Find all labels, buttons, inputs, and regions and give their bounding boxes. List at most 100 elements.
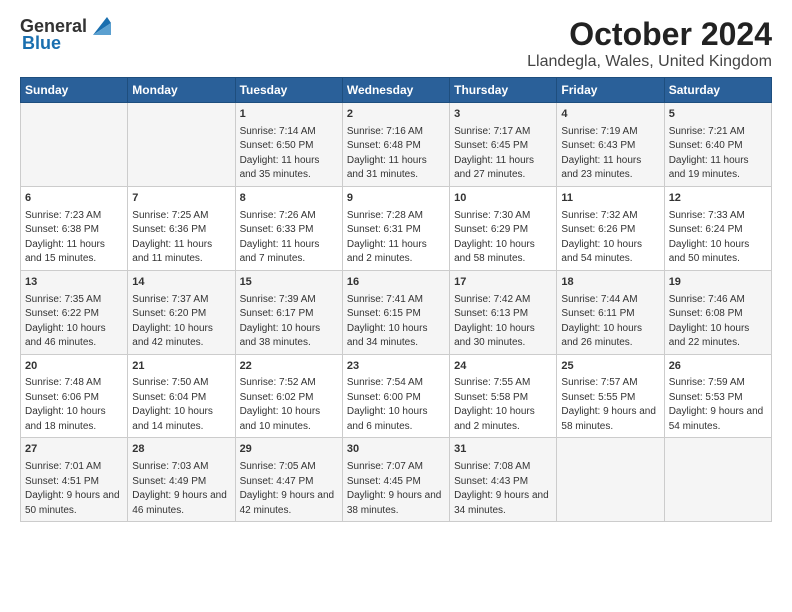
day-info: Sunrise: 7:59 AM Sunset: 5:53 PM Dayligh… [669,377,764,432]
weekday-header-sunday: Sunday [21,78,128,103]
day-info: Sunrise: 7:26 AM Sunset: 6:33 PM Dayligh… [240,210,320,265]
day-info: Sunrise: 7:03 AM Sunset: 4:49 PM Dayligh… [132,461,227,516]
calendar-cell: 18Sunrise: 7:44 AM Sunset: 6:11 PM Dayli… [557,270,664,354]
calendar-cell: 1Sunrise: 7:14 AM Sunset: 6:50 PM Daylig… [235,103,342,187]
day-number: 31 [454,442,552,457]
logo: General Blue [20,16,111,54]
calendar-cell: 31 Sunrise: 7:08 AM Sunset: 4:43 PM Dayli… [450,438,557,522]
calendar-cell: 29 Sunrise: 7:05 AM Sunset: 4:47 PM Dayli… [235,438,342,522]
day-info: Sunrise: 7:52 AM Sunset: 6:02 PM Dayligh… [240,377,321,432]
day-info: Sunrise: 7:33 AM Sunset: 6:24 PM Dayligh… [669,210,750,265]
page: General Blue October 2024 Llandegla, Wal… [0,0,792,612]
calendar-cell: 12 Sunrise: 7:33 AM Sunset: 6:24 PM Dayli… [664,186,771,270]
calendar-cell: 19Sunrise: 7:46 AM Sunset: 6:08 PM Dayli… [664,270,771,354]
weekday-header-monday: Monday [128,78,235,103]
calendar-cell: 26Sunrise: 7:59 AM Sunset: 5:53 PM Dayli… [664,354,771,438]
weekday-header-wednesday: Wednesday [342,78,449,103]
calendar-cell: 30Sunrise: 7:07 AM Sunset: 4:45 PM Dayli… [342,438,449,522]
day-info: Sunrise: 7:17 AM Sunset: 6:45 PM Dayligh… [454,126,534,181]
day-info: Sunrise: 7:57 AM Sunset: 5:55 PM Dayligh… [561,377,656,432]
day-number: 6 [25,191,123,206]
calendar-cell: 25 Sunrise: 7:57 AM Sunset: 5:55 PM Dayli… [557,354,664,438]
day-info: Sunrise: 7:41 AM Sunset: 6:15 PM Dayligh… [347,294,428,349]
day-info: Sunrise: 7:19 AM Sunset: 6:43 PM Dayligh… [561,126,641,181]
day-number: 9 [347,191,445,206]
day-info: Sunrise: 7:42 AM Sunset: 6:13 PM Dayligh… [454,294,535,349]
day-info: Sunrise: 7:46 AM Sunset: 6:08 PM Dayligh… [669,294,750,349]
day-number: 11 [561,191,659,206]
calendar-cell: 24 Sunrise: 7:55 AM Sunset: 5:58 PM Dayli… [450,354,557,438]
day-info: Sunrise: 7:25 AM Sunset: 6:36 PM Dayligh… [132,210,212,265]
day-number: 21 [132,359,230,374]
day-info: Sunrise: 7:32 AM Sunset: 6:26 PM Dayligh… [561,210,642,265]
day-number: 16 [347,275,445,290]
calendar-week-row: 1Sunrise: 7:14 AM Sunset: 6:50 PM Daylig… [21,103,772,187]
day-number: 25 [561,359,659,374]
day-info: Sunrise: 7:08 AM Sunset: 4:43 PM Dayligh… [454,461,549,516]
logo-icon [89,17,111,35]
calendar-cell: 13 Sunrise: 7:35 AM Sunset: 6:22 PM Dayli… [21,270,128,354]
day-number: 29 [240,442,338,457]
calendar-cell: 5 Sunrise: 7:21 AM Sunset: 6:40 PM Daylig… [664,103,771,187]
day-info: Sunrise: 7:50 AM Sunset: 6:04 PM Dayligh… [132,377,213,432]
day-number: 13 [25,275,123,290]
calendar-cell: 3 Sunrise: 7:17 AM Sunset: 6:45 PM Daylig… [450,103,557,187]
calendar-week-row: 6Sunrise: 7:23 AM Sunset: 6:38 PM Daylig… [21,186,772,270]
day-info: Sunrise: 7:01 AM Sunset: 4:51 PM Dayligh… [25,461,120,516]
day-number: 12 [669,191,767,206]
calendar-cell: 14Sunrise: 7:37 AM Sunset: 6:20 PM Dayli… [128,270,235,354]
calendar-cell [664,438,771,522]
day-number: 30 [347,442,445,457]
calendar-week-row: 20 Sunrise: 7:48 AM Sunset: 6:06 PM Dayli… [21,354,772,438]
day-info: Sunrise: 7:28 AM Sunset: 6:31 PM Dayligh… [347,210,427,265]
calendar-cell [128,103,235,187]
day-number: 24 [454,359,552,374]
day-info: Sunrise: 7:14 AM Sunset: 6:50 PM Dayligh… [240,126,320,181]
day-number: 2 [347,107,445,122]
day-info: Sunrise: 7:05 AM Sunset: 4:47 PM Dayligh… [240,461,335,516]
calendar-cell: 23Sunrise: 7:54 AM Sunset: 6:00 PM Dayli… [342,354,449,438]
day-number: 17 [454,275,552,290]
logo-blue-text: Blue [22,33,61,54]
day-number: 18 [561,275,659,290]
weekday-header-thursday: Thursday [450,78,557,103]
weekday-header-tuesday: Tuesday [235,78,342,103]
calendar-week-row: 13 Sunrise: 7:35 AM Sunset: 6:22 PM Dayli… [21,270,772,354]
day-number: 22 [240,359,338,374]
day-number: 8 [240,191,338,206]
day-number: 23 [347,359,445,374]
calendar-cell: 6Sunrise: 7:23 AM Sunset: 6:38 PM Daylig… [21,186,128,270]
calendar-cell: 22 Sunrise: 7:52 AM Sunset: 6:02 PM Dayli… [235,354,342,438]
day-info: Sunrise: 7:16 AM Sunset: 6:48 PM Dayligh… [347,126,427,181]
day-number: 20 [25,359,123,374]
day-number: 15 [240,275,338,290]
calendar-cell [21,103,128,187]
day-info: Sunrise: 7:48 AM Sunset: 6:06 PM Dayligh… [25,377,106,432]
day-info: Sunrise: 7:39 AM Sunset: 6:17 PM Dayligh… [240,294,321,349]
calendar-cell: 20 Sunrise: 7:48 AM Sunset: 6:06 PM Dayli… [21,354,128,438]
day-number: 3 [454,107,552,122]
calendar-cell: 15 Sunrise: 7:39 AM Sunset: 6:17 PM Dayli… [235,270,342,354]
day-number: 10 [454,191,552,206]
calendar-table: SundayMondayTuesdayWednesdayThursdayFrid… [20,77,772,522]
day-info: Sunrise: 7:21 AM Sunset: 6:40 PM Dayligh… [669,126,749,181]
calendar-cell: 7 Sunrise: 7:25 AM Sunset: 6:36 PM Daylig… [128,186,235,270]
day-number: 7 [132,191,230,206]
day-number: 4 [561,107,659,122]
day-number: 28 [132,442,230,457]
calendar-cell: 4 Sunrise: 7:19 AM Sunset: 6:43 PM Daylig… [557,103,664,187]
header: General Blue October 2024 Llandegla, Wal… [20,16,772,71]
calendar-cell: 17 Sunrise: 7:42 AM Sunset: 6:13 PM Dayli… [450,270,557,354]
day-info: Sunrise: 7:55 AM Sunset: 5:58 PM Dayligh… [454,377,535,432]
calendar-title: October 2024 [527,16,772,53]
day-info: Sunrise: 7:35 AM Sunset: 6:22 PM Dayligh… [25,294,106,349]
day-info: Sunrise: 7:30 AM Sunset: 6:29 PM Dayligh… [454,210,535,265]
calendar-cell: 8 Sunrise: 7:26 AM Sunset: 6:33 PM Daylig… [235,186,342,270]
calendar-cell: 28 Sunrise: 7:03 AM Sunset: 4:49 PM Dayli… [128,438,235,522]
weekday-header-saturday: Saturday [664,78,771,103]
title-block: October 2024 Llandegla, Wales, United Ki… [527,16,772,71]
calendar-cell: 2 Sunrise: 7:16 AM Sunset: 6:48 PM Daylig… [342,103,449,187]
day-number: 5 [669,107,767,122]
weekday-header-friday: Friday [557,78,664,103]
day-number: 27 [25,442,123,457]
